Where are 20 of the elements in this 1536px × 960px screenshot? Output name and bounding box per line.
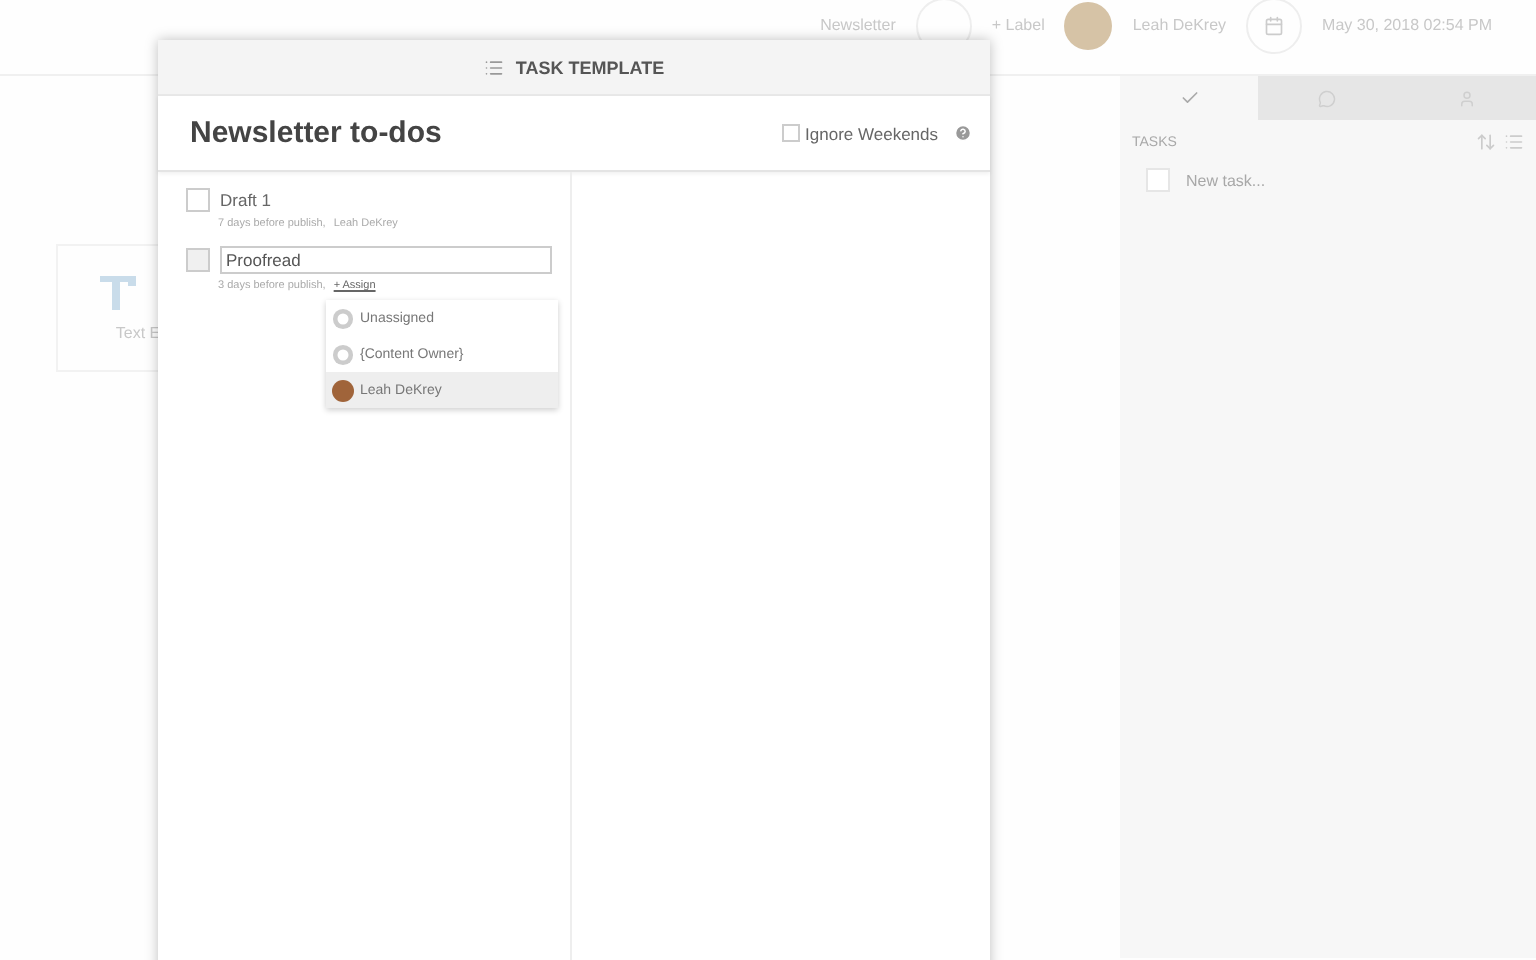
new-task-checkbox[interactable] [1146,168,1170,192]
task-name[interactable]: Draft 1 [220,190,272,210]
sort-icon[interactable] [1476,132,1496,152]
ignore-weekends-checkbox[interactable]: Ignore Weekends [781,123,938,143]
help-icon[interactable] [954,124,972,142]
task-checkbox[interactable] [186,188,210,212]
new-task-field[interactable]: New task... [1182,169,1430,191]
check-icon [1179,88,1200,108]
text-icon [98,275,142,311]
calendar-icon [1264,15,1285,35]
task-name-field[interactable]: Proofread [220,246,552,274]
panel-tab[interactable] [1397,76,1536,120]
panel-tab[interactable] [1258,76,1398,120]
task-checkbox[interactable] [186,248,210,272]
avatar [1064,1,1113,49]
list-icon[interactable] [1504,132,1524,152]
template-title: Newsletter to-dos [190,116,442,150]
avatar [332,379,354,401]
dialog-title: TASK TEMPLATE [515,57,665,77]
calendar-button[interactable] [1246,0,1303,53]
